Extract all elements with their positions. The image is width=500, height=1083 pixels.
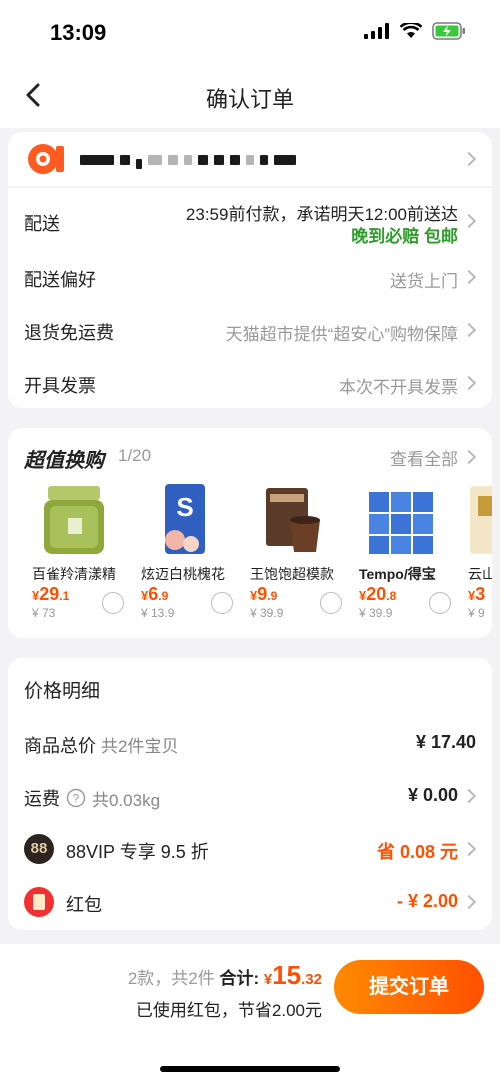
shipping-label: 配送: [24, 214, 60, 234]
deal-item-radio[interactable]: [102, 592, 124, 614]
chevron-right-icon: [461, 269, 477, 285]
invoice-label: 开具发票: [24, 376, 96, 396]
status-bar: 13:09: [0, 0, 500, 62]
status-icons: [364, 22, 466, 40]
total-label: 合计:: [219, 969, 260, 988]
chevron-right-icon: [461, 788, 477, 804]
help-icon[interactable]: ?: [66, 788, 86, 808]
deal-item-price: ¥29.1: [32, 584, 70, 604]
price-detail-card: 价格明细 商品总价 共2件宝贝 ¥ 17.40 运费 ? 共0.03kg ¥ 0…: [8, 658, 492, 930]
wifi-icon: [400, 23, 422, 38]
deal-item-original-price: ¥ 39.9: [250, 606, 284, 620]
shipping-guarantee: 晚到必赔 包邮: [351, 227, 458, 246]
item-count: 2款，共2件: [127, 969, 215, 988]
freight-label: 运费: [24, 789, 60, 809]
delivery-card: 配送 23:59前付款，承诺明天12:00前送达 晚到必赔 包邮 配送偏好 送货…: [8, 188, 492, 408]
red-packet-amount: - ¥ 2.00: [396, 891, 458, 911]
goods-total-label: 商品总价: [24, 736, 96, 756]
location-icon: [28, 144, 64, 174]
return-value: 天猫超市提供“超安心”购物保障: [225, 325, 458, 344]
deals-card: 超值换购 1/20 查看全部 百雀羚清漾精 ¥29.1 ¥ 73 S 炫迈白桃槐…: [8, 428, 492, 638]
deal-item[interactable]: Tempo/得宝 ¥20.8 ¥ 39.9: [351, 482, 451, 632]
freight-amount: ¥ 0.00: [407, 785, 458, 805]
deal-item-name: 云山: [468, 566, 492, 582]
deal-item[interactable]: 云山 ¥3 ¥ 9: [460, 482, 492, 632]
nav-bar: 确认订单: [0, 62, 500, 128]
return-label: 退货免运费: [24, 323, 114, 343]
chevron-right-icon: [461, 213, 477, 229]
deal-item[interactable]: S 炫迈白桃槐花 ¥6.9 ¥ 13.9: [133, 482, 233, 632]
chevron-right-icon: [461, 894, 477, 910]
vip-discount-label: 88VIP 专享 9.5 折: [66, 842, 209, 862]
product-cream-jar-image: [44, 486, 104, 554]
battery-charging-icon: [432, 22, 465, 40]
deal-item-price: ¥9.9: [250, 584, 278, 604]
deal-item-name: 炫迈白桃槐花: [141, 566, 225, 582]
preference-label: 配送偏好: [24, 270, 96, 290]
deal-item-original-price: ¥ 9: [468, 606, 485, 620]
red-packet-icon: [24, 887, 54, 917]
saving-text: 已使用红包，节省2.00元: [135, 1001, 322, 1020]
deal-item-original-price: ¥ 73: [32, 606, 56, 620]
deal-item-radio[interactable]: [320, 592, 342, 614]
vip-88-icon: 88: [24, 834, 54, 864]
checkout-bar: 2款，共2件 合计: ¥15.32 已使用红包，节省2.00元 提交订单: [0, 944, 500, 1083]
deal-item[interactable]: 百雀羚清漾精 ¥29.1 ¥ 73: [24, 482, 124, 632]
product-chocolate-pudding-image: [266, 488, 320, 552]
page-title: 确认订单: [205, 87, 294, 112]
vip-discount-amount: 省 0.08 元: [376, 842, 458, 862]
svg-text:?: ?: [73, 792, 80, 806]
chevron-right-icon: [461, 449, 477, 465]
deal-item-radio[interactable]: [211, 592, 233, 614]
product-gum-box-image: S: [165, 484, 205, 554]
status-time: 13:09: [50, 20, 107, 45]
home-indicator: [160, 1066, 340, 1072]
svg-text:S: S: [176, 492, 193, 522]
deal-item-original-price: ¥ 39.9: [359, 606, 393, 620]
goods-count: 共2件宝贝: [101, 737, 179, 756]
product-tissue-pack-image: [369, 492, 433, 554]
deal-item-name: 王饱饱超模款: [250, 566, 334, 582]
deal-item-price: ¥20.8: [359, 584, 397, 604]
chevron-right-icon: [461, 322, 477, 338]
order-summary: 2款，共2件 合计: ¥15.32: [128, 960, 322, 991]
deal-item-price: ¥6.9: [141, 584, 169, 604]
red-packet-label: 红包: [66, 895, 102, 915]
deals-count: 1/20: [118, 446, 152, 465]
deal-item-name: Tempo/得宝: [359, 566, 436, 582]
address-redacted: [80, 154, 296, 169]
invoice-value: 本次不开具发票: [339, 378, 458, 397]
chevron-right-icon: [461, 151, 477, 167]
signal-icon: [364, 23, 389, 39]
price-detail-title: 价格明细: [24, 681, 101, 702]
submit-order-button[interactable]: 提交订单: [334, 960, 484, 1014]
freight-weight: 共0.03kg: [92, 790, 161, 810]
goods-total-amount: ¥ 17.40: [415, 732, 476, 752]
address-card[interactable]: [8, 132, 492, 186]
total-price: ¥15.32: [263, 960, 322, 990]
chevron-right-icon: [461, 375, 477, 391]
preference-value: 送货上门: [390, 272, 458, 291]
deal-item[interactable]: 王饱饱超模款 ¥9.9 ¥ 39.9: [242, 482, 342, 632]
view-all-link[interactable]: 查看全部: [390, 445, 458, 470]
product-bag-image: [470, 486, 492, 554]
deal-item-radio[interactable]: [429, 592, 451, 614]
deals-title: 超值换购: [24, 450, 104, 472]
deal-item-original-price: ¥ 13.9: [141, 606, 175, 620]
chevron-right-icon: [461, 841, 477, 857]
deal-item-name: 百雀羚清漾精: [32, 566, 116, 582]
deal-item-price: ¥3: [468, 584, 486, 604]
